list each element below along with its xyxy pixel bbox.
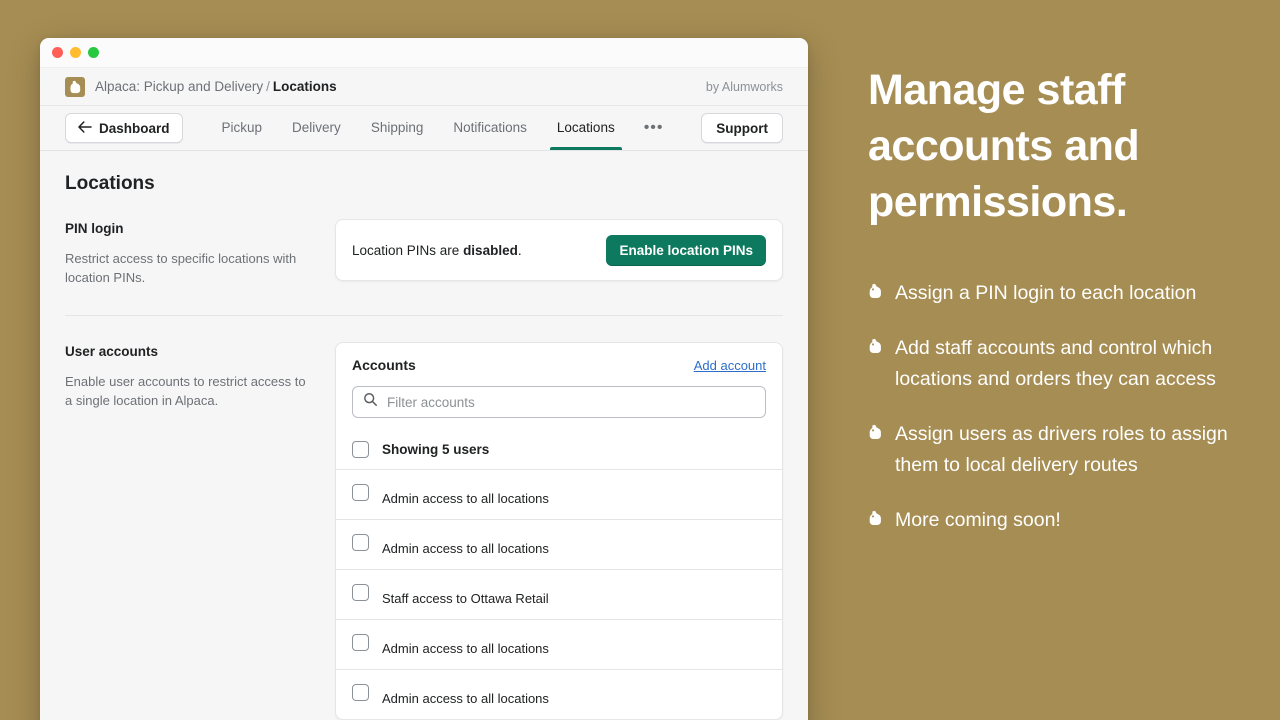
alpaca-app-icon [65,77,85,97]
back-to-dashboard-button[interactable]: Dashboard [65,113,183,143]
alpaca-bullet-icon [868,283,883,299]
table-row[interactable]: Staff access to Ottawa Retail [336,570,782,620]
breadcrumb-current-page: Locations [273,79,337,94]
account-access-label: Admin access to all locations [382,641,766,656]
account-access-label: Admin access to all locations [382,691,766,706]
list-item: More coming soon! [868,505,1246,536]
pin-status-card: Location PINs are disabled. Enable locat… [335,219,783,281]
pin-login-section: PIN login Restrict access to specific lo… [65,219,783,287]
list-item: Add staff accounts and control which loc… [868,333,1246,395]
pin-status-text: Location PINs are disabled. [352,243,522,258]
filter-accounts-box[interactable] [352,386,766,418]
promo-bullet-text: Add staff accounts and control which loc… [895,333,1235,395]
row-checkbox[interactable] [352,634,369,651]
account-info: Admin access to all locations [382,484,766,506]
table-row[interactable]: Admin access to all locations [336,670,782,719]
user-accounts-main: Accounts Add account Showing [335,342,783,720]
account-info: Admin access to all locations [382,684,766,706]
pin-login-aside: PIN login Restrict access to specific lo… [65,219,315,287]
window-titlebar [40,38,808,68]
table-row[interactable]: Admin access to all locations [336,470,782,520]
row-checkbox[interactable] [352,534,369,551]
account-info: Admin access to all locations [382,534,766,556]
account-info: Staff access to Ottawa Retail [382,584,766,606]
promo-title: Manage staff accounts and permissions. [868,62,1198,230]
pin-login-main: Location PINs are disabled. Enable locat… [335,219,783,287]
row-checkbox[interactable] [352,684,369,701]
pin-login-heading: PIN login [65,221,315,236]
select-all-row: Showing 5 users [336,432,782,470]
more-tabs-icon[interactable]: ••• [630,106,678,150]
search-icon [363,392,378,412]
tab-delivery[interactable]: Delivery [277,106,356,150]
pin-status-suffix: . [518,243,522,258]
breadcrumb-separator: / [263,79,273,94]
alpaca-bullet-icon [868,424,883,440]
table-row[interactable]: Admin access to all locations [336,620,782,670]
page-content: Locations PIN login Restrict access to s… [40,151,808,720]
tab-notifications[interactable]: Notifications [438,106,542,150]
tab-bar: Dashboard Pickup Delivery Shipping Notif… [40,106,808,151]
promo-bullet-text: More coming soon! [895,505,1061,536]
dashboard-button-label: Dashboard [99,121,170,136]
pin-login-description: Restrict access to specific locations wi… [65,249,315,287]
user-accounts-heading: User accounts [65,344,315,359]
promo-bullet-text: Assign a PIN login to each location [895,278,1196,309]
user-accounts-section: User accounts Enable user accounts to re… [65,342,783,720]
user-accounts-description: Enable user accounts to restrict access … [65,372,315,410]
user-accounts-aside: User accounts Enable user accounts to re… [65,342,315,720]
row-checkbox[interactable] [352,484,369,501]
accounts-card: Accounts Add account Showing [335,342,783,720]
tab-locations[interactable]: Locations [542,106,630,150]
filter-accounts-wrapper [336,373,782,432]
add-account-link[interactable]: Add account [694,358,766,373]
arrow-left-icon [78,121,92,136]
app-window: Alpaca: Pickup and Delivery/Locations by… [40,38,808,720]
filter-accounts-input[interactable] [387,395,755,410]
maximize-window-icon[interactable] [88,47,99,58]
alpaca-bullet-icon [868,510,883,526]
accounts-card-title: Accounts [352,357,416,373]
minimize-window-icon[interactable] [70,47,81,58]
tab-shipping[interactable]: Shipping [356,106,439,150]
promo-bullet-list: Assign a PIN login to each location Add … [868,278,1246,536]
row-checkbox[interactable] [352,584,369,601]
page-title: Locations [65,173,783,195]
list-item: Assign a PIN login to each location [868,278,1246,309]
account-access-label: Admin access to all locations [382,541,766,556]
account-info: Admin access to all locations [382,634,766,656]
showing-users-label: Showing 5 users [382,442,489,457]
select-all-checkbox[interactable] [352,441,369,458]
promo-panel: Manage staff accounts and permissions. A… [840,0,1280,720]
support-button[interactable]: Support [701,113,783,143]
pin-status-value: disabled [463,243,518,258]
section-divider [65,315,783,316]
app-byline: by Alumworks [706,80,783,94]
account-access-label: Admin access to all locations [382,491,766,506]
tab-pickup[interactable]: Pickup [207,106,278,150]
accounts-card-header: Accounts Add account [336,343,782,373]
breadcrumb-app-name[interactable]: Alpaca: Pickup and Delivery [95,79,263,94]
app-header-bar: Alpaca: Pickup and Delivery/Locations by… [40,68,808,106]
alpaca-bullet-icon [868,338,883,354]
breadcrumb: Alpaca: Pickup and Delivery/Locations [95,79,337,94]
pin-status-prefix: Location PINs are [352,243,463,258]
table-row[interactable]: Admin access to all locations [336,520,782,570]
promo-bullet-text: Assign users as drivers roles to assign … [895,419,1235,481]
close-window-icon[interactable] [52,47,63,58]
enable-location-pins-button[interactable]: Enable location PINs [606,235,766,266]
account-access-label: Staff access to Ottawa Retail [382,591,766,606]
list-item: Assign users as drivers roles to assign … [868,419,1246,481]
